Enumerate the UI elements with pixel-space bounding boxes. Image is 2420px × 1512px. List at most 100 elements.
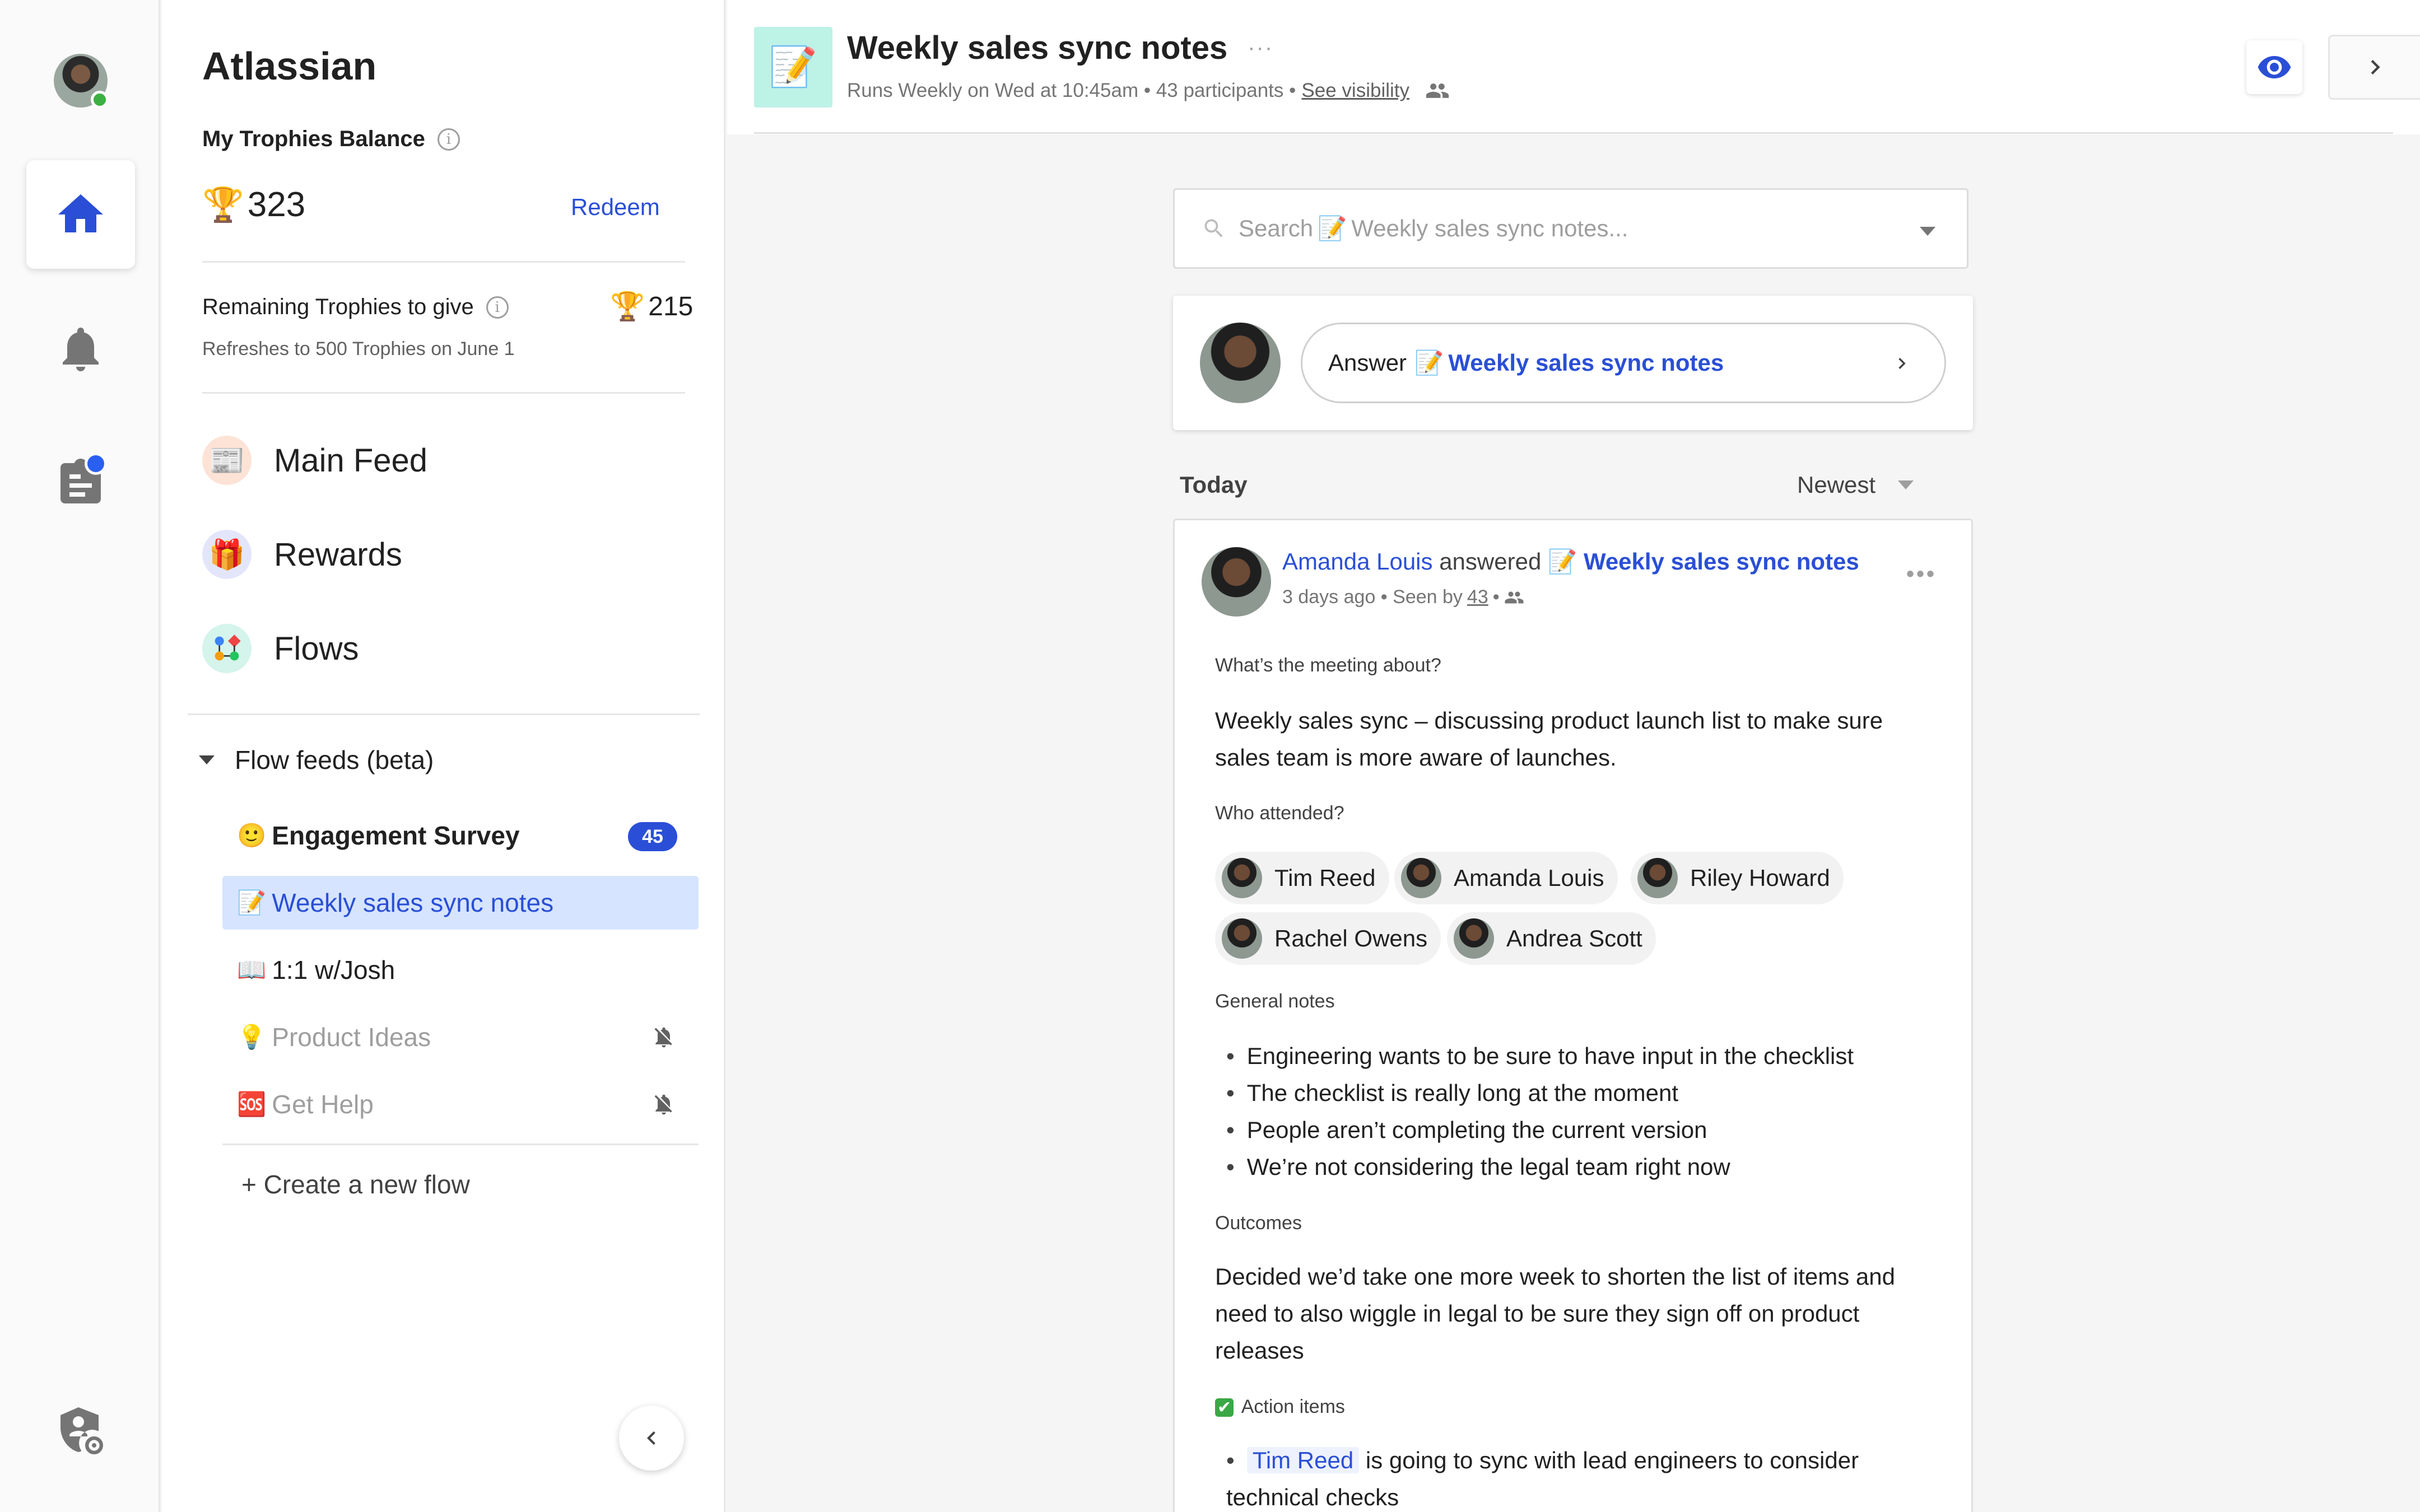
page-title: Weekly sales sync notes ··· [847,30,1274,66]
info-icon[interactable]: i [486,296,509,319]
attendee-chip[interactable]: Rachel Owens [1215,912,1441,965]
divider [222,1144,699,1145]
org-name: Atlassian [202,44,377,88]
newspaper-icon: 📰 [202,436,252,485]
flow-item-weekly-sales-sync-notes[interactable]: 📝 Weekly sales sync notes [222,876,699,930]
caret-down-icon [1898,480,1914,489]
answer-prompt-card: Answer 📝 Weekly sales sync notes [1173,296,1973,430]
tasks-button[interactable] [26,429,135,538]
gift-icon: 🎁 [202,530,252,579]
avatar [1222,918,1262,959]
chevron-right-icon [1898,358,1906,369]
attendee-chip[interactable]: Tim Reed [1215,852,1389,904]
feed-group-label: Today [1180,472,1248,498]
flows-icon [202,624,252,673]
caret-down-icon[interactable] [1920,227,1935,236]
list-item: People aren’t completing the current ver… [1226,1112,1854,1149]
check-icon: ✔ [1215,1398,1234,1417]
divider [202,261,685,263]
seen-by-link[interactable]: 43 [1467,586,1488,608]
people-icon [1505,591,1524,603]
author-link[interactable]: Amanda Louis [1282,548,1433,575]
collapse-sidebar-button[interactable] [619,1406,684,1471]
chevron-left-icon [647,1431,655,1445]
chevron-right-icon [2371,60,2380,74]
search-input[interactable]: Search 📝 Weekly sales sync notes... [1173,188,1968,269]
list-item: The checklist is really long at the mome… [1226,1075,1854,1112]
trophy-icon: 🏆 [202,186,244,223]
muted-bell-icon[interactable] [651,1025,676,1049]
user-mention[interactable]: Tim Reed [1246,1447,1360,1473]
avatar [1637,858,1678,898]
info-icon[interactable]: i [437,128,460,151]
post-header: Amanda Louis answered 📝 Weekly sales syn… [1282,548,1859,575]
search-icon [1204,219,1223,237]
flow-item-1-1-josh[interactable]: 📖 1:1 w/Josh [222,943,699,997]
open-details-panel-button[interactable] [2328,35,2420,100]
create-flow-button[interactable]: + Create a new flow [241,1169,470,1200]
flow-item-get-help[interactable]: 🆘 Get Help [222,1077,699,1131]
home-icon [58,194,103,232]
flow-header [727,0,2420,134]
trophies-balance-label: My Trophies Balance i [202,127,460,152]
sidebar: Atlassian My Trophies Balance i 🏆 323 Re… [162,0,725,1512]
avatar [1200,323,1281,403]
flow-thumbnail: 📝 [754,27,832,108]
flow-item-engagement-survey[interactable]: 🙂 Engagement Survey 45 [222,809,699,862]
attendee-chip[interactable]: Riley Howard [1631,852,1844,904]
redeem-link[interactable]: Redeem [571,194,660,221]
notifications-button[interactable] [26,295,135,403]
visibility-button[interactable] [2246,40,2302,94]
flow-meta: Runs Weekly on Wed at 10:45am • 43 parti… [847,78,1450,103]
post-card: Amanda Louis answered 📝 Weekly sales syn… [1173,519,1973,1512]
see-visibility-link[interactable]: See visibility [1301,80,1409,102]
action-items-list: Tim Reed is going to sync with lead engi… [1226,1442,1921,1512]
divider [754,132,2393,134]
post-menu-button[interactable]: ••• [1906,562,1937,587]
divider [202,392,685,394]
flow-link[interactable]: Weekly sales sync notes [1584,548,1859,575]
question-label: Outcomes [1215,1212,1302,1234]
title-menu-button[interactable]: ··· [1248,35,1273,60]
trophies-balance: 🏆 323 [202,185,306,224]
tasks-badge [85,452,107,475]
eye-icon [2258,56,2291,78]
bell-icon [63,328,99,371]
people-icon [1426,83,1449,98]
answer-flow-button[interactable]: Answer 📝 Weekly sales sync notes [1301,323,1946,403]
home-button[interactable] [26,160,135,269]
nav-main-feed[interactable]: 📰 Main Feed [202,436,427,485]
user-avatar[interactable] [54,54,109,109]
remaining-trophies-value: 🏆 215 [610,291,694,322]
avatar[interactable] [1202,547,1271,617]
flow-feeds-toggle[interactable]: Flow feeds (beta) [199,745,434,775]
question-label: What’s the meeting about? [1215,655,1441,676]
nav-flows[interactable]: Flows [202,624,359,673]
divider [188,713,700,715]
admin-shield-icon [61,1407,104,1455]
avatar [1454,918,1494,959]
answer-text: Decided we’d take one more week to short… [1215,1263,1895,1364]
avatar [1222,858,1262,898]
question-label: Who attended? [1215,802,1344,824]
list-item: Engineering wants to be sure to have inp… [1226,1038,1854,1075]
trophy-icon: 🏆 [610,291,645,322]
attendee-chip[interactable]: Andrea Scott [1447,912,1656,965]
answer-text: Weekly sales sync – discussing product l… [1215,707,1883,771]
notes-list: Engineering wants to be sure to have inp… [1226,1038,1854,1186]
admin-button[interactable] [26,1378,135,1486]
post-meta: 3 days ago • Seen by 43 • [1282,586,1524,608]
list-item: We’re not considering the legal team rig… [1226,1149,1854,1186]
sort-dropdown[interactable]: Newest [1797,472,1914,498]
list-item: Tim Reed is going to sync with lead engi… [1226,1442,1921,1512]
unread-count-badge: 45 [628,822,677,851]
caret-down-icon [199,755,215,764]
remaining-trophies-label: Remaining Trophies to give i [202,295,509,320]
muted-bell-icon[interactable] [651,1092,676,1117]
nav-rewards[interactable]: 🎁 Rewards [202,530,402,579]
flow-item-product-ideas[interactable]: 💡 Product Ideas [222,1010,699,1064]
question-label: ✔ Action items [1215,1396,1345,1418]
avatar [1401,858,1441,898]
attendee-chip[interactable]: Amanda Louis [1394,852,1618,904]
question-label: General notes [1215,991,1335,1012]
